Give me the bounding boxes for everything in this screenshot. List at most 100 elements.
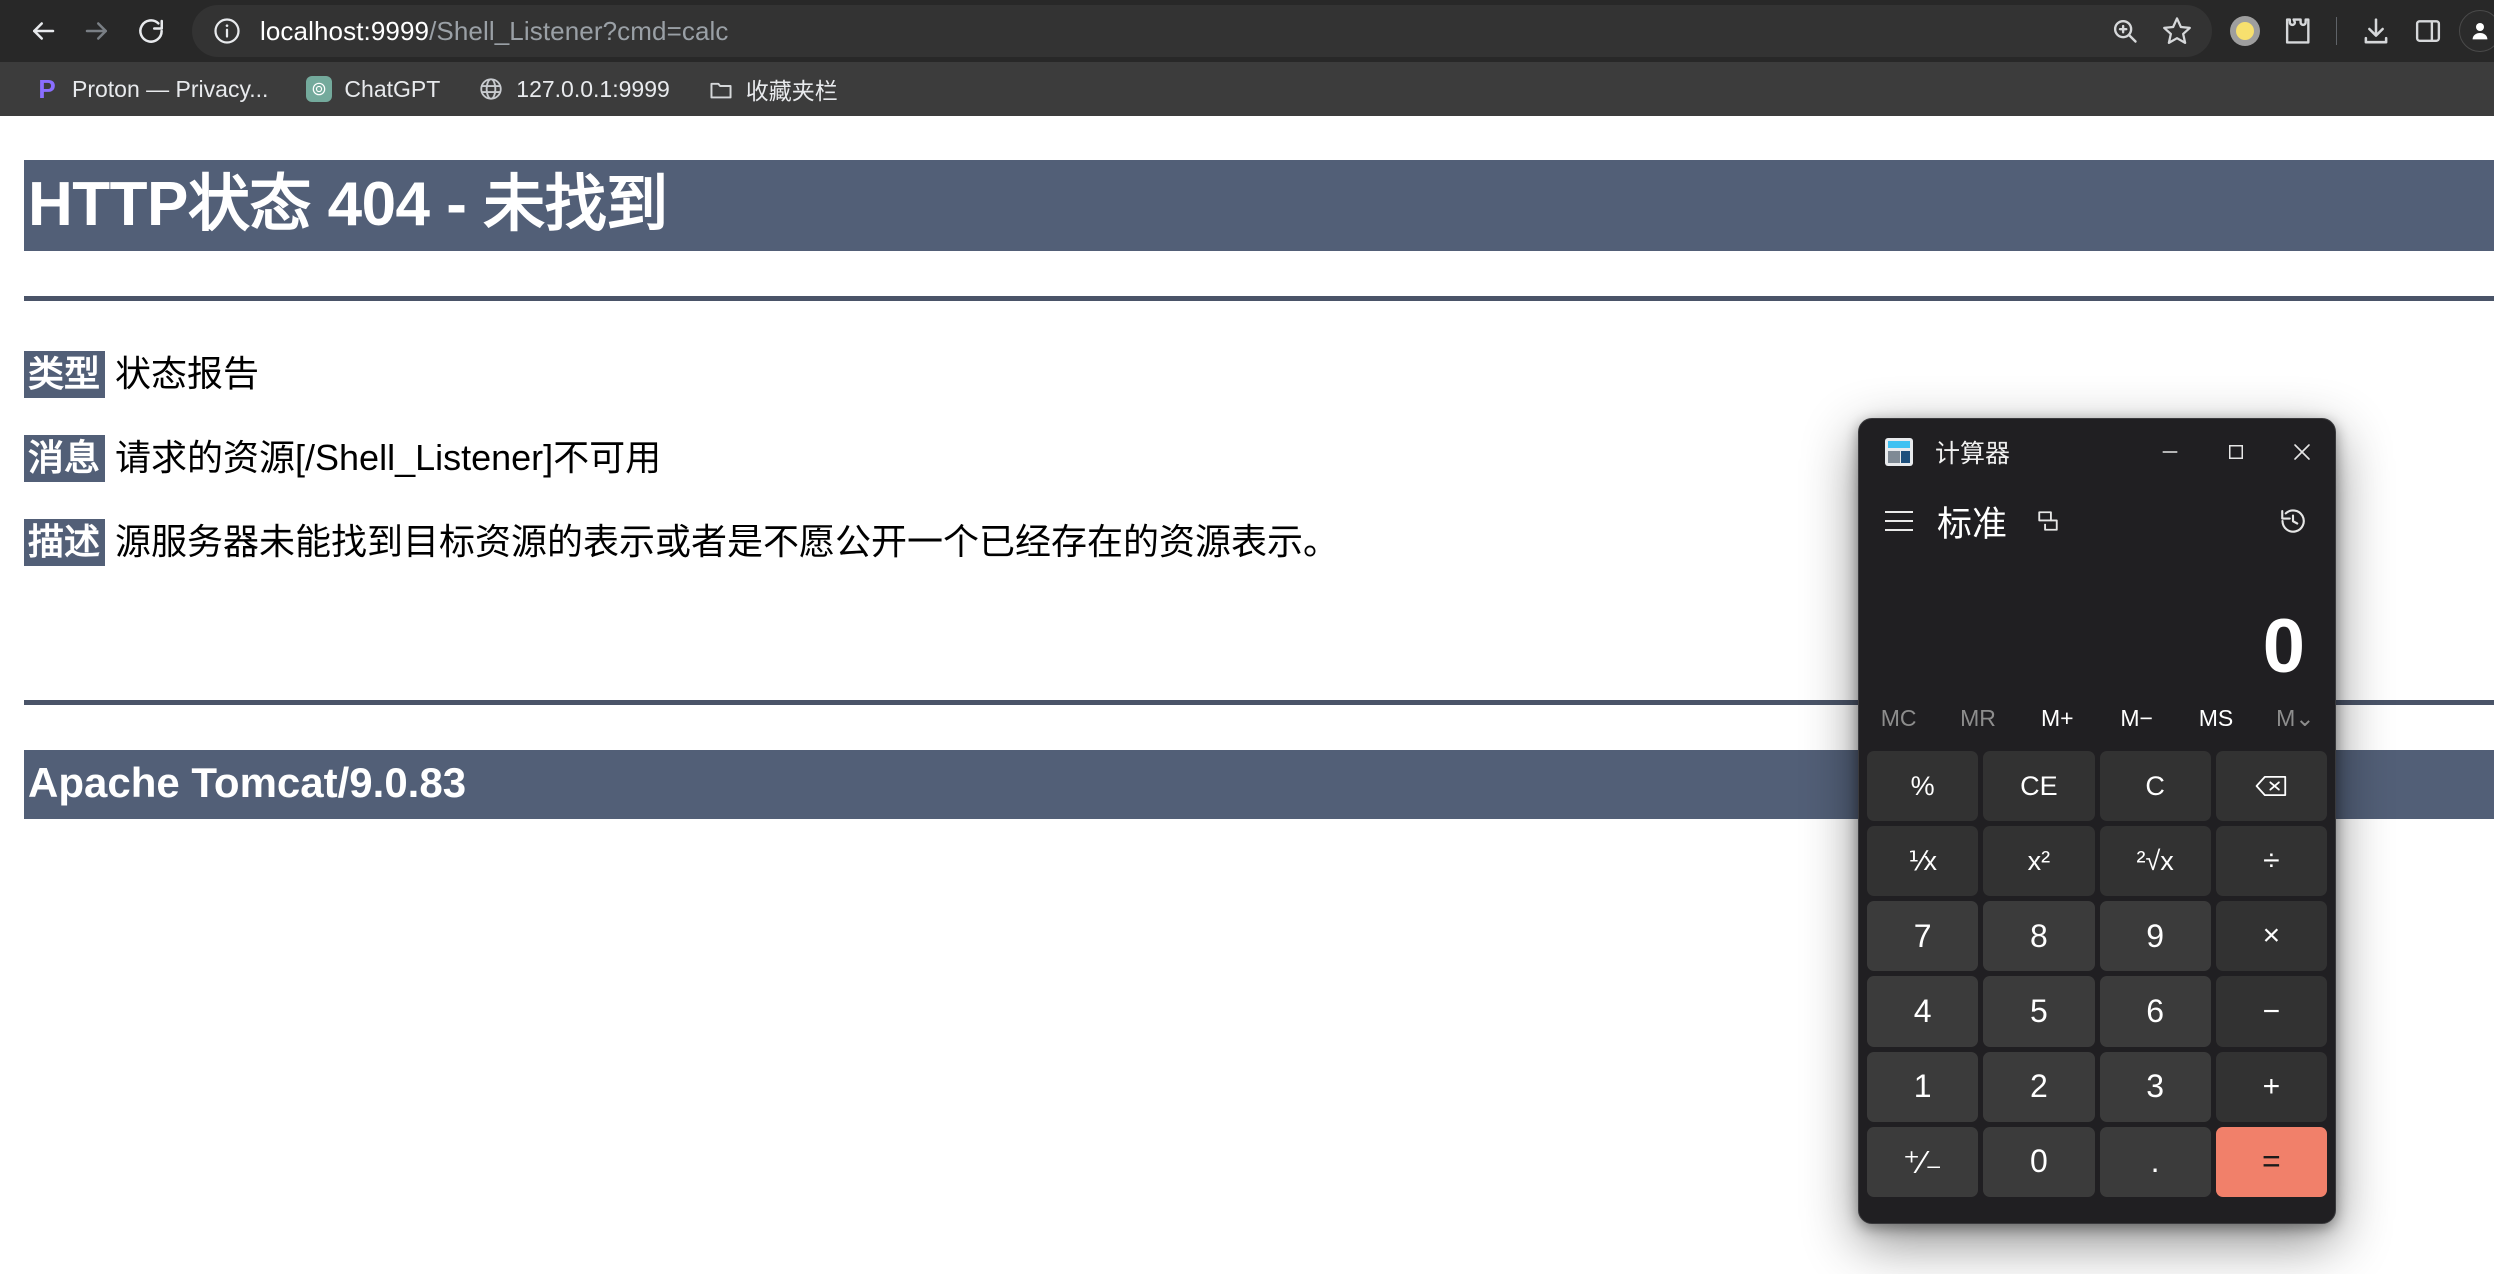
memory-row: MC MR M+ M− MS M⌄ [1859, 691, 2335, 745]
globe-icon [478, 76, 504, 102]
key-square[interactable]: x² [1983, 826, 2095, 897]
key-2[interactable]: 2 [1983, 1051, 2095, 1122]
key-6[interactable]: 6 [2099, 976, 2211, 1047]
bookmark-label: 127.0.0.1:9999 [516, 75, 670, 102]
calculator-titlebar[interactable]: 计算器 [1859, 419, 2335, 485]
url-host: localhost:9999 [260, 15, 430, 46]
key-4[interactable]: 4 [1867, 976, 1979, 1047]
key-clear[interactable]: C [2099, 751, 2211, 822]
folder-icon [708, 76, 734, 102]
bookmark-folder-favorites[interactable]: 收藏夹栏 [696, 69, 850, 109]
display-value: 0 [2262, 604, 2305, 689]
chatgpt-glyph [313, 82, 326, 96]
bookmark-label: ChatGPT [344, 75, 441, 102]
downloads-button[interactable] [2353, 8, 2399, 54]
memory-store-button[interactable]: MS [2176, 691, 2255, 745]
bookmarks-bar: P Proton — Privacy... ChatGPT 127.0.0.1:… [0, 62, 2494, 116]
key-add[interactable]: + [2215, 1051, 2327, 1122]
key-8[interactable]: 8 [1983, 901, 2095, 972]
proton-logo-icon: P [38, 74, 56, 104]
key-9[interactable]: 9 [2099, 901, 2211, 972]
minimize-icon [2162, 451, 2178, 453]
reload-button[interactable] [124, 4, 178, 58]
globe-glyph [480, 78, 502, 100]
close-icon [2294, 444, 2310, 460]
calculator-mode-label: 标准 [1937, 504, 2008, 544]
key-clear-entry[interactable]: CE [1983, 751, 2095, 822]
key-reciprocal[interactable]: ⅟x [1867, 826, 1979, 897]
minimize-button[interactable] [2137, 419, 2203, 485]
forward-button[interactable] [70, 4, 124, 58]
detail-row-message: 消息 请求的资源[/Shell_Listener]不可用 [24, 435, 661, 482]
history-clock-icon [2281, 509, 2305, 533]
memory-add-button[interactable]: M+ [2018, 691, 2097, 745]
puzzle-piece-icon [2285, 18, 2310, 44]
profile-status-button[interactable] [2222, 8, 2268, 54]
keep-on-top-glyph [2038, 511, 2058, 531]
detail-value: 源服务器未能找到目标资源的表示或者是不愿公开一个已经存在的资源表示。 [115, 521, 1340, 562]
key-percent[interactable]: % [1867, 751, 1979, 822]
folder-glyph [710, 82, 732, 99]
browser-chrome: localhost:9999/Shell_Listener?cmd=calc P… [0, 0, 2494, 116]
key-7[interactable]: 7 [1867, 901, 1979, 972]
key-divide[interactable]: ÷ [2215, 826, 2327, 897]
key-5[interactable]: 5 [1983, 976, 2095, 1047]
side-panel-button[interactable] [2405, 8, 2451, 54]
zoom-in-icon [2113, 19, 2137, 43]
memory-clear-button[interactable]: MC [1859, 691, 1938, 745]
screen: localhost:9999/Shell_Listener?cmd=calc P… [0, 0, 2494, 1274]
download-icon [2364, 18, 2388, 44]
calculator-display: 0 [1859, 557, 2335, 691]
window-controls [2137, 419, 2335, 485]
window-title: 计算器 [1935, 440, 2011, 468]
key-decimal[interactable]: . [2099, 1126, 2211, 1197]
address-bar[interactable]: localhost:9999/Shell_Listener?cmd=calc [192, 5, 2212, 57]
extensions-button[interactable] [2274, 8, 2320, 54]
zoom-in-button[interactable] [2104, 10, 2146, 52]
back-button[interactable] [16, 4, 70, 58]
detail-label: 消息 [24, 435, 106, 482]
detail-row-type: 类型 状态报告 [24, 351, 260, 398]
toolbar-actions [2222, 8, 2494, 54]
detail-row-description: 描述 源服务器未能找到目标资源的表示或者是不愿公开一个已经存在的资源表示。 [24, 519, 1340, 566]
calculator-mode-bar: 标准 [1859, 485, 2335, 557]
key-backspace[interactable] [2215, 751, 2327, 822]
key-subtract[interactable]: − [2215, 976, 2327, 1047]
browser-toolbar: localhost:9999/Shell_Listener?cmd=calc [0, 0, 2494, 62]
star-icon [2163, 17, 2191, 44]
bookmark-star-button[interactable] [2156, 10, 2198, 52]
keep-on-top-icon[interactable] [2025, 498, 2071, 544]
calculator-window[interactable]: 计算器 标准 0 MC MR M+ M− MS M⌄ % CE C ⅟x x² … [1858, 418, 2336, 1224]
key-1[interactable]: 1 [1867, 1051, 1979, 1122]
reload-icon [139, 19, 164, 43]
maximize-icon [2229, 445, 2243, 459]
bookmark-item-proton[interactable]: P Proton — Privacy... [22, 69, 280, 109]
history-button[interactable] [2267, 495, 2319, 547]
close-button[interactable] [2269, 419, 2335, 485]
bookmark-item-localhost[interactable]: 127.0.0.1:9999 [466, 69, 681, 109]
hamburger-menu-icon[interactable] [1873, 495, 1925, 547]
memory-list-button[interactable]: M⌄ [2256, 691, 2335, 745]
forward-arrow-icon [85, 22, 107, 40]
account-button[interactable] [2457, 8, 2494, 54]
bookmark-label: 收藏夹栏 [745, 78, 838, 104]
site-info-button[interactable] [210, 14, 244, 48]
detail-value: 状态报告 [115, 353, 260, 394]
key-multiply[interactable]: × [2215, 901, 2327, 972]
key-equals[interactable]: = [2215, 1126, 2327, 1197]
person-icon [2472, 23, 2488, 40]
key-0[interactable]: 0 [1983, 1126, 2095, 1197]
avatar [2459, 10, 2494, 52]
key-square-root[interactable]: ²√x [2099, 826, 2211, 897]
side-panel-icon [2415, 20, 2441, 42]
detail-label: 类型 [24, 351, 106, 398]
info-circle-icon [214, 18, 240, 44]
backspace-icon [2256, 776, 2287, 797]
memory-subtract-button[interactable]: M− [2097, 691, 2176, 745]
key-negate[interactable]: ⁺∕₋ [1867, 1126, 1979, 1197]
maximize-button[interactable] [2203, 419, 2269, 485]
key-3[interactable]: 3 [2099, 1051, 2211, 1122]
bookmark-item-chatgpt[interactable]: ChatGPT [294, 69, 452, 109]
memory-recall-button[interactable]: MR [1938, 691, 2017, 745]
toolbar-divider [2336, 17, 2337, 45]
